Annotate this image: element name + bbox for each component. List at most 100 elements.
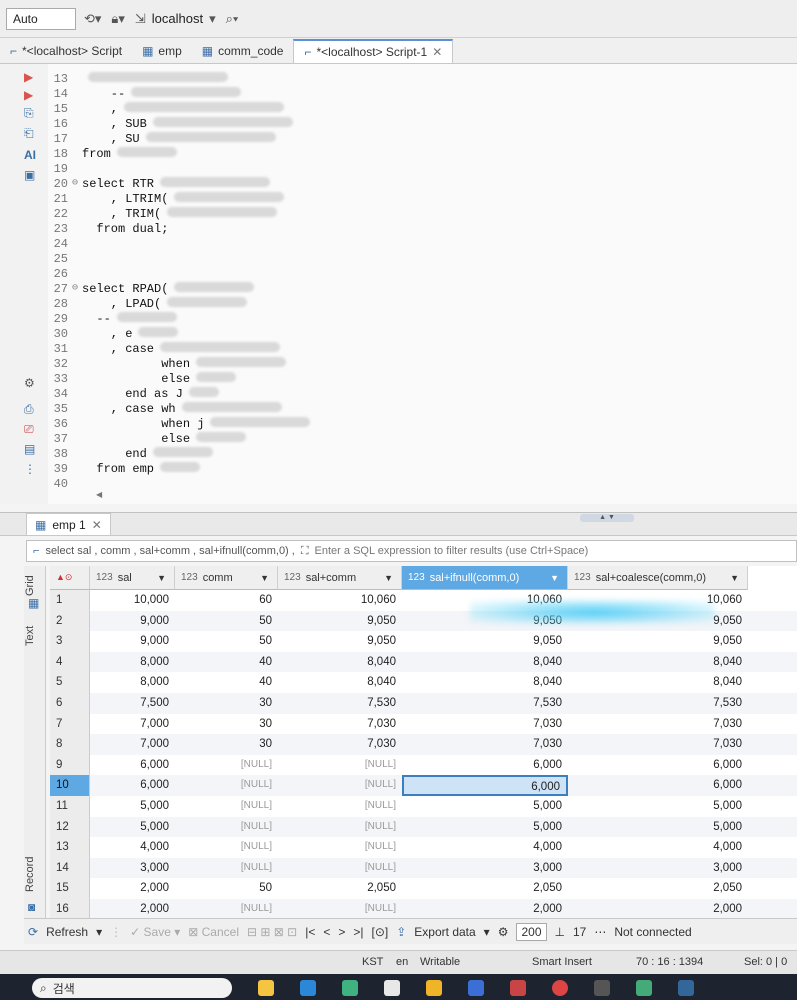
load-plan-icon[interactable]: ⎗: [24, 126, 34, 141]
tab-script[interactable]: ⌐ *<localhost> Script: [0, 39, 132, 63]
table-cell[interactable]: 8,040: [402, 652, 568, 673]
table-cell[interactable]: 7,500: [90, 693, 175, 714]
variables-icon[interactable]: ⋮: [24, 462, 36, 476]
editor-line[interactable]: 16 , SUB: [48, 117, 748, 132]
fold-marker[interactable]: [72, 72, 82, 87]
terminal-icon[interactable]: ▣: [24, 168, 35, 182]
fold-marker[interactable]: [72, 117, 82, 132]
table-cell[interactable]: 6,000: [90, 775, 175, 796]
tab-script-1[interactable]: ⌐ *<localhost> Script-1 ✕: [293, 39, 454, 63]
export-icon[interactable]: ⎙: [24, 402, 34, 417]
table-cell[interactable]: 7,030: [568, 734, 748, 755]
table-cell[interactable]: 6,000: [568, 775, 748, 796]
gear-icon[interactable]: ⚙: [498, 925, 509, 939]
fold-marker[interactable]: [72, 462, 82, 477]
fold-marker[interactable]: [72, 267, 82, 282]
table-cell[interactable]: 7,030: [402, 714, 568, 735]
editor-line[interactable]: 30 , e: [48, 327, 748, 342]
table-cell[interactable]: 8,040: [278, 652, 402, 673]
search-icon[interactable]: ⌕▾: [224, 11, 241, 27]
fold-marker[interactable]: [72, 312, 82, 327]
table-cell[interactable]: 2,000: [402, 899, 568, 918]
sort-icon[interactable]: ▼: [384, 573, 393, 583]
row-number[interactable]: 4: [50, 651, 90, 673]
table-cell[interactable]: 7,030: [402, 734, 568, 755]
column-header[interactable]: 123 sal ▼: [90, 566, 175, 590]
table-cell[interactable]: 2,000: [90, 899, 175, 918]
sort-icon[interactable]: ▼: [550, 573, 559, 583]
fold-marker[interactable]: [72, 447, 82, 462]
table-cell[interactable]: 7,000: [90, 734, 175, 755]
fold-marker[interactable]: [72, 237, 82, 252]
editor-horizontal-scrollbar[interactable]: ◀: [48, 490, 797, 502]
table-cell[interactable]: [NULL]: [278, 817, 402, 838]
fold-marker[interactable]: [72, 372, 82, 387]
refresh-icon[interactable]: ⟳: [28, 925, 38, 939]
chevron-down-icon[interactable]: ▾: [96, 925, 102, 939]
table-cell[interactable]: 10,000: [90, 590, 175, 611]
table-cell[interactable]: 6,000: [402, 755, 568, 776]
table-cell[interactable]: [NULL]: [175, 775, 278, 796]
table-cell[interactable]: 10,060: [278, 590, 402, 611]
row-number[interactable]: 3: [50, 631, 90, 652]
table-cell[interactable]: 3,000: [90, 858, 175, 879]
app-icon[interactable]: [384, 980, 400, 996]
column-header[interactable]: 123 sal+ifnull(comm,0) ▼: [402, 566, 568, 590]
table-cell[interactable]: 8,000: [90, 672, 175, 693]
row-number[interactable]: 9: [50, 754, 90, 776]
row-number[interactable]: 5: [50, 672, 90, 693]
editor-line[interactable]: 31 , case: [48, 342, 748, 357]
editor-line[interactable]: 18 from: [48, 147, 748, 162]
app-icon[interactable]: [552, 980, 568, 996]
fold-marker[interactable]: [72, 327, 82, 342]
editor-line[interactable]: 35 , case wh: [48, 402, 748, 417]
table-cell[interactable]: [NULL]: [278, 775, 402, 796]
table-cell[interactable]: 7,000: [90, 714, 175, 735]
table-cell[interactable]: [NULL]: [278, 837, 402, 858]
close-icon[interactable]: ✕: [432, 45, 442, 59]
row-number[interactable]: 8: [50, 734, 90, 755]
table-cell[interactable]: 2,050: [402, 878, 568, 899]
tab-emp[interactable]: ▦ emp: [132, 39, 192, 63]
gear-icon[interactable]: ⚙: [24, 376, 35, 390]
table-cell[interactable]: 9,050: [568, 631, 748, 652]
table-row[interactable]: 10 6,000 [NULL] [NULL] 6,000 6,000: [50, 775, 797, 796]
editor-line[interactable]: 24: [48, 237, 748, 252]
editor-line[interactable]: 37 else: [48, 432, 748, 447]
table-cell[interactable]: 5,000: [90, 796, 175, 817]
table-cell[interactable]: 7,030: [278, 714, 402, 735]
chevron-down-icon[interactable]: ▾: [484, 925, 490, 939]
table-cell[interactable]: [NULL]: [175, 796, 278, 817]
editor-line[interactable]: 26: [48, 267, 748, 282]
table-cell[interactable]: 4,000: [568, 837, 748, 858]
editor-line[interactable]: 23 from dual;: [48, 222, 748, 237]
table-cell[interactable]: 5,000: [568, 796, 748, 817]
row-number[interactable]: 13: [50, 837, 90, 858]
table-cell[interactable]: 6,000: [90, 755, 175, 776]
table-cell[interactable]: 8,000: [90, 652, 175, 673]
output-icon[interactable]: ▤: [24, 442, 35, 456]
tab-record[interactable]: Record: [24, 850, 46, 898]
table-row[interactable]: 4 8,000 40 8,040 8,040 8,040: [50, 651, 797, 673]
transaction-mode-select[interactable]: Auto: [6, 7, 76, 30]
expand-icon[interactable]: ⛶: [301, 545, 309, 558]
filter-input[interactable]: Enter a SQL expression to filter results…: [315, 545, 589, 557]
explain-icon[interactable]: ⎘: [24, 106, 34, 121]
taskbar-search[interactable]: ⌕ 검색: [32, 978, 232, 998]
connection-selector[interactable]: ⇲ localhost ▾: [133, 11, 218, 27]
tab-text[interactable]: Text: [24, 618, 46, 654]
fetch-all-icon[interactable]: [⊙]: [372, 925, 389, 939]
editor-line[interactable]: 22 , TRIM(: [48, 207, 748, 222]
table-row[interactable]: 6 7,500 30 7,530 7,530 7,530: [50, 693, 797, 714]
error-log-icon[interactable]: ⎚: [24, 422, 34, 437]
record-icon[interactable]: ◙: [28, 900, 35, 914]
row-number[interactable]: 6: [50, 693, 90, 714]
fold-marker[interactable]: [72, 432, 82, 447]
table-row[interactable]: 3 9,000 50 9,050 9,050 9,050: [50, 631, 797, 652]
table-cell[interactable]: 3,000: [402, 858, 568, 879]
execute-script-icon[interactable]: ▶: [24, 88, 33, 102]
editor-line[interactable]: 25: [48, 252, 748, 267]
grid-icon[interactable]: ▦: [28, 596, 39, 610]
editor-line[interactable]: 33 else: [48, 372, 748, 387]
editor-line[interactable]: 34 end as J: [48, 387, 748, 402]
